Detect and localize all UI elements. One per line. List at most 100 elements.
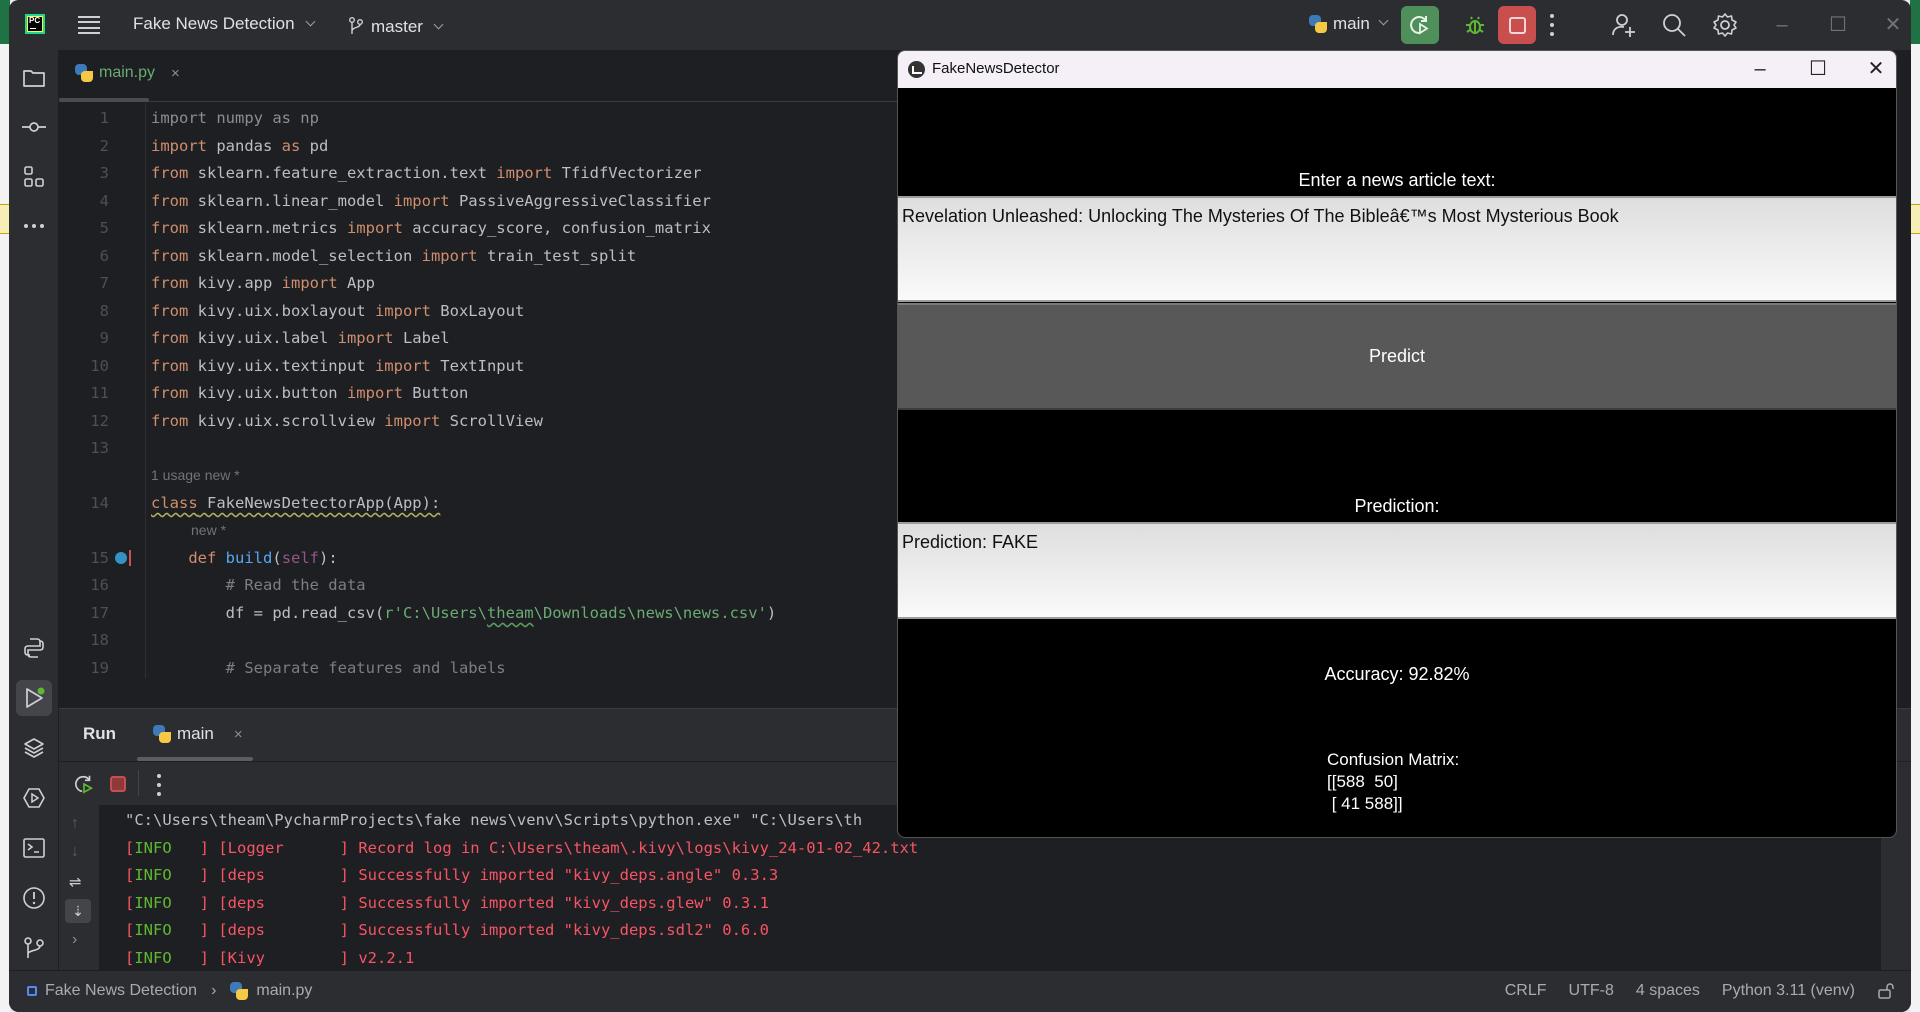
close-tab-icon[interactable]: × <box>171 65 180 82</box>
folder-icon <box>23 70 45 87</box>
code-line: 18 <box>90 631 109 649</box>
commit-tool-button[interactable] <box>16 109 52 145</box>
scroll-down-icon[interactable]: ↓ <box>71 843 79 861</box>
indent-widget[interactable]: 4 spaces <box>1636 982 1700 1000</box>
python-file-icon <box>75 64 93 82</box>
console-output[interactable]: "C:\Users\theam\PycharmProjects\fake new… <box>125 807 918 972</box>
debug-button[interactable] <box>1456 6 1494 44</box>
run-panel-title: Run <box>83 724 117 743</box>
confusion-matrix-title: Confusion Matrix: <box>1327 750 1460 769</box>
kivy-maximize-button[interactable]: ☐ <box>1806 57 1830 81</box>
settings-icon[interactable] <box>1712 12 1738 38</box>
code-line: 8 from kivy.uix.boxlayout import BoxLayou… <box>99 302 525 320</box>
code-line: 13 <box>90 439 109 457</box>
ide-titlebar: PC Fake News Detection master main – ☐ ✕ <box>9 0 1911 50</box>
code-line: 14 class FakeNewsDetectorApp(App): <box>90 494 441 512</box>
run-config-selector[interactable]: main <box>1309 14 1389 34</box>
stop-button[interactable] <box>1498 6 1536 44</box>
code-line: 10 from kivy.uix.textinput import TextInp… <box>90 357 525 375</box>
search-icon[interactable] <box>1661 12 1687 38</box>
python-file-icon <box>230 982 249 1000</box>
terminal-icon <box>23 838 45 858</box>
prediction-output-field[interactable]: Prediction: FAKE <box>898 522 1896 619</box>
interpreter-widget[interactable]: Python 3.11 (venv) <box>1722 982 1855 1000</box>
tab-label: main.py <box>99 64 156 81</box>
project-selector[interactable]: Fake News Detection <box>133 14 316 34</box>
expand-icon[interactable]: › <box>72 931 77 949</box>
structure-tool-button[interactable] <box>16 159 52 195</box>
project-icon <box>27 986 37 996</box>
override-method-icon[interactable] <box>115 552 127 564</box>
def-hint[interactable]: new * <box>191 522 226 538</box>
terminal-tool-button[interactable] <box>16 830 52 866</box>
git-icon <box>24 937 44 958</box>
rerun-button[interactable] <box>1401 6 1439 44</box>
kivy-minimize-button[interactable]: – <box>1748 57 1772 81</box>
confusion-matrix-row: [ 41 588]] <box>1327 794 1403 813</box>
more-tools-button[interactable] <box>16 208 52 244</box>
branch-selector[interactable]: master <box>349 14 444 37</box>
services-icon <box>23 788 45 808</box>
code-line: 5 from sklearn.metrics import accuracy_sc… <box>99 219 711 237</box>
problems-tool-button[interactable] <box>16 880 52 916</box>
line-ending-widget[interactable]: CRLF <box>1505 982 1547 1000</box>
ide-minimize-button[interactable]: – <box>1771 14 1793 36</box>
scroll-up-icon[interactable]: ↑ <box>71 815 79 833</box>
more-horizontal-icon <box>24 224 44 228</box>
code-line: 9 from kivy.uix.label import Label <box>99 329 450 347</box>
code-line: 2 import pandas as pd <box>99 137 329 155</box>
services-run-button[interactable] <box>16 780 52 816</box>
ide-close-button[interactable]: ✕ <box>1882 14 1904 36</box>
code-editor[interactable]: 1 import numpy as np 2 import pandas as pd… <box>59 103 897 678</box>
tab-main-py[interactable]: main.py × <box>75 64 180 82</box>
code-line: 16 # Read the data <box>90 576 366 594</box>
run-more-actions-icon[interactable] <box>157 774 161 796</box>
main-menu-icon[interactable] <box>78 16 100 34</box>
ide-maximize-button[interactable]: ☐ <box>1827 14 1849 36</box>
predict-button[interactable]: Predict <box>898 303 1896 410</box>
run-icon <box>26 687 45 708</box>
python-icon <box>1309 15 1327 33</box>
stop-icon <box>1508 16 1526 34</box>
encoding-widget[interactable]: UTF-8 <box>1569 982 1614 1000</box>
console-line: [INFO ] [Logger ] Record log in C:\Users… <box>125 838 919 857</box>
override-arrow-icon <box>129 550 131 566</box>
kivy-titlebar: FakeNewsDetector – ☐ ✕ <box>898 51 1896 88</box>
branch-name: master <box>371 17 423 36</box>
run-tool-button[interactable] <box>16 680 52 716</box>
close-run-tab-icon[interactable]: × <box>234 726 243 743</box>
breadcrumb: Fake News Detection › main.py <box>27 982 312 1000</box>
code-line: 17 df = pd.read_csv(r'C:\Users\theam\Dow… <box>90 604 777 622</box>
code-line: 19 # Separate features and labels <box>90 659 506 677</box>
chevron-down-icon <box>433 19 444 30</box>
tool-window-strip <box>9 50 59 970</box>
article-text-input[interactable]: Revelation Unleashed: Unlocking The Myst… <box>898 196 1896 302</box>
kivy-app-window: FakeNewsDetector – ☐ ✕ Enter a news arti… <box>897 50 1897 838</box>
breadcrumb-project[interactable]: Fake News Detection <box>45 982 197 1000</box>
layers-icon <box>24 738 44 758</box>
kivy-logo-icon <box>908 61 925 78</box>
console-line: [INFO ] [deps ] Successfully imported "k… <box>125 921 769 939</box>
rerun-icon[interactable] <box>73 773 95 795</box>
lock-icon[interactable] <box>1877 982 1895 1000</box>
more-actions-icon[interactable] <box>1550 14 1554 36</box>
project-tool-button[interactable] <box>16 60 52 96</box>
services-tool-button[interactable] <box>16 730 52 766</box>
breadcrumb-file[interactable]: main.py <box>256 982 312 1000</box>
console-line: [INFO ] [deps ] Successfully imported "k… <box>125 893 769 912</box>
python-console-button[interactable] <box>16 630 52 666</box>
confusion-matrix-label: Confusion Matrix: [[588 50] [ 41 588]] <box>1327 749 1459 815</box>
chevron-down-icon <box>305 16 316 27</box>
kivy-close-button[interactable]: ✕ <box>1864 57 1888 81</box>
git-branch-icon <box>349 17 363 34</box>
run-tab-main[interactable]: main × <box>153 724 243 744</box>
add-user-icon[interactable] <box>1611 12 1637 38</box>
usage-hint[interactable]: 1 usage new * <box>151 467 240 483</box>
soft-wrap-icon[interactable]: ⇌ <box>69 873 82 891</box>
python-icon <box>153 725 171 743</box>
prompt-label: Enter a news article text: <box>1298 170 1496 190</box>
scroll-to-end-icon[interactable]: ⇣ <box>65 899 91 923</box>
code-line: 4 from sklearn.linear_model import Passiv… <box>99 192 711 210</box>
git-tool-button[interactable] <box>16 930 52 966</box>
stop-run-button[interactable] <box>110 776 126 792</box>
